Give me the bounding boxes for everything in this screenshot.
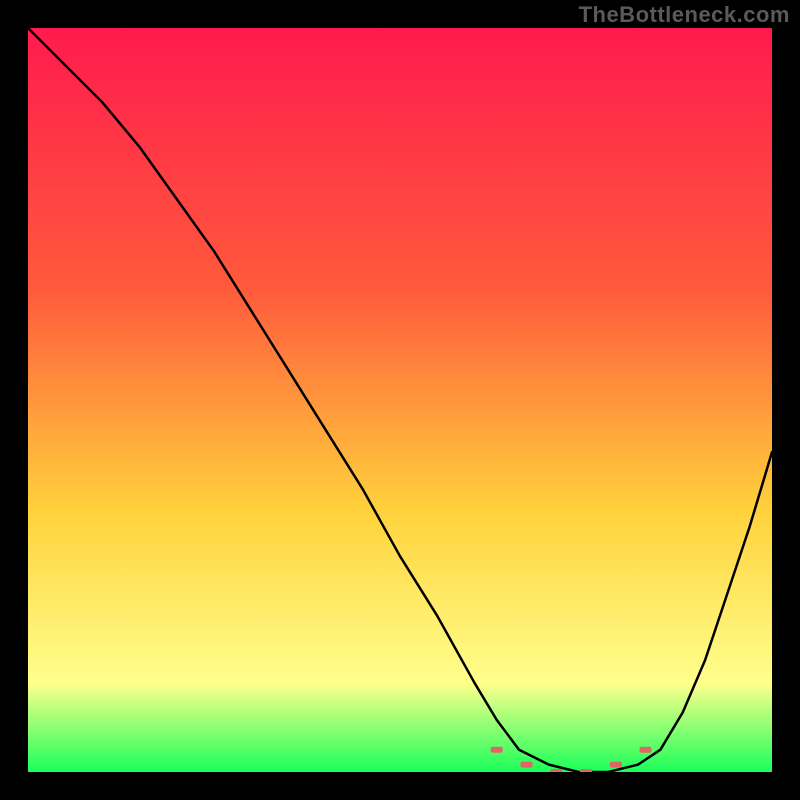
chart-frame: TheBottleneck.com xyxy=(0,0,800,800)
optimal-marker xyxy=(521,762,533,768)
plot-area xyxy=(28,28,772,772)
gradient-background xyxy=(28,28,772,772)
optimal-marker xyxy=(580,769,592,772)
optimal-marker xyxy=(610,762,622,768)
optimal-marker xyxy=(491,747,503,753)
optimal-marker xyxy=(640,747,652,753)
bottleneck-chart xyxy=(28,28,772,772)
optimal-marker xyxy=(550,769,562,772)
watermark-text: TheBottleneck.com xyxy=(579,2,790,28)
